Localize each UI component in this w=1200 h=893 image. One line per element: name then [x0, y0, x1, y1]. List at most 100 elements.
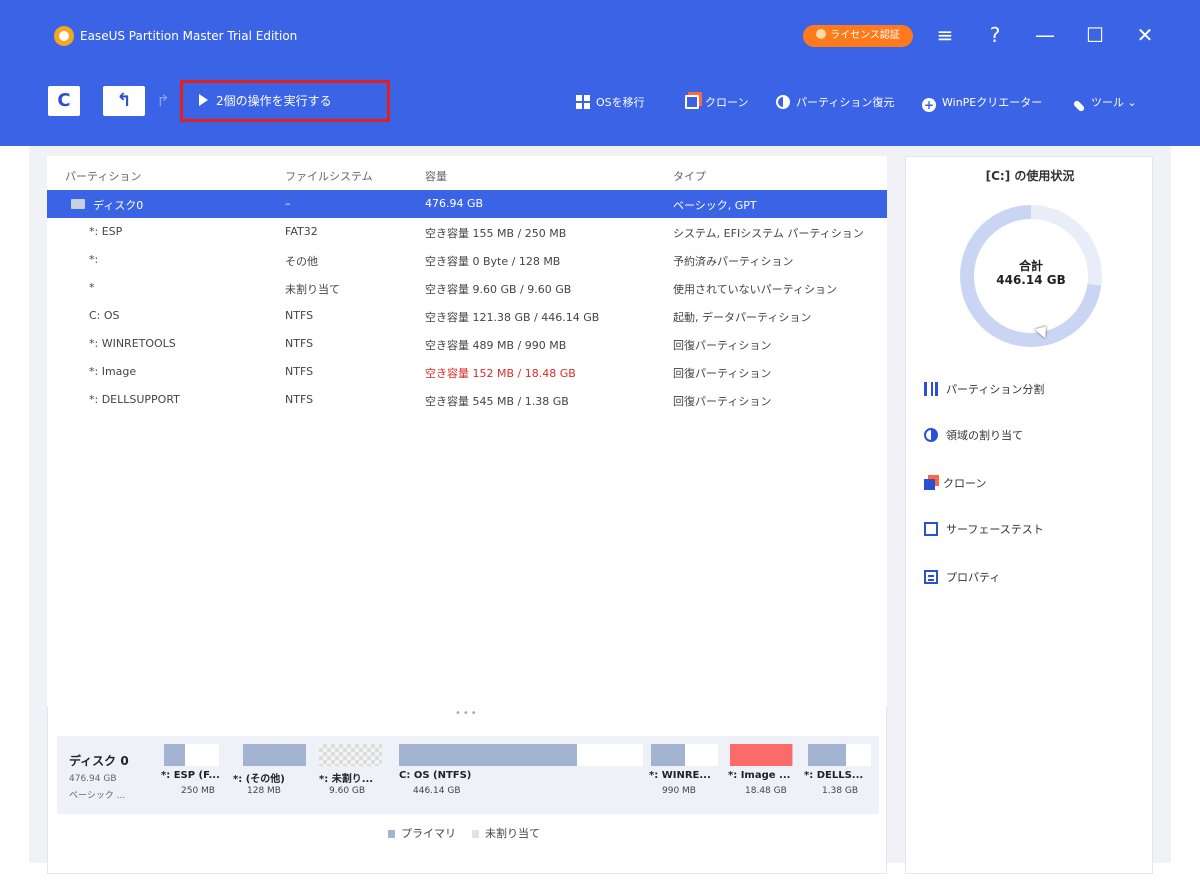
help-icon[interactable]: ? — [980, 22, 1010, 48]
properties-action[interactable]: プロパティ — [924, 569, 1000, 585]
toolbar: C ↰ ↱ 2個の操作を実行する OSを移行 クローン パーティション復元 + W… — [0, 58, 1200, 146]
key-icon — [816, 29, 827, 39]
table-row[interactable]: *: その他 空き容量 0 Byte / 128 MB 予約済みパーティション — [47, 246, 887, 274]
refresh-button[interactable]: C — [48, 86, 80, 116]
partition-recovery-label: パーティション復元 — [796, 96, 895, 109]
usage-title: [C:] の使用状況 — [985, 169, 1075, 183]
table-row[interactable]: *: ESP FAT32 空き容量 155 MB / 250 MB システム, EFI… — [47, 218, 887, 246]
cell-name: *: ESP — [89, 225, 123, 238]
surface-test-label: サーフェーステスト — [946, 523, 1044, 536]
pie-icon — [776, 95, 790, 109]
disk-segment-name: *: ESP (F... — [161, 770, 220, 781]
winpe-creator-button[interactable]: + WinPEクリエーター — [922, 94, 1042, 112]
header-partition[interactable]: パーティション — [65, 168, 141, 184]
disk-map-title: ディスク 0 — [69, 754, 129, 768]
cell-type: 起動, データパーティション — [673, 311, 812, 324]
header-capacity[interactable]: 容量 — [425, 168, 447, 184]
redo-button[interactable]: ↱ — [152, 86, 174, 116]
cell-type: システム, EFIシステム パーティション — [673, 227, 864, 240]
tools-button[interactable]: ツール ⌄ — [1072, 94, 1137, 113]
disk-segment-bar[interactable] — [399, 744, 643, 766]
table-row[interactable]: *: WINRETOOLS NTFS 空き容量 489 MB / 990 MB 回復パ… — [47, 330, 887, 358]
allocate-space-label: 領域の割り当て — [946, 429, 1023, 442]
migrate-os-label: OSを移行 — [596, 96, 645, 109]
donut-total-value: 446.14 GB — [996, 273, 1066, 287]
disk-segment-size: 1.38 GB — [822, 786, 859, 796]
cell-capacity: 空き容量 155 MB / 250 MB — [425, 227, 567, 240]
license-button[interactable]: ライセンス認証 — [803, 25, 913, 47]
disk-segment-bar[interactable] — [808, 744, 871, 766]
surface-test-action[interactable]: サーフェーステスト — [924, 521, 1044, 537]
cell-fs: NTFS — [285, 365, 314, 378]
cell-type: 使用されていないパーティション — [673, 283, 838, 296]
donut-label: 合計 446.14 GB — [960, 259, 1102, 287]
allocate-space-action[interactable]: 領域の割り当て — [924, 427, 1023, 443]
clone-label: クローン — [705, 96, 749, 109]
allocate-icon — [924, 428, 938, 442]
disk-segment-name: C: OS (NTFS) — [399, 770, 472, 781]
surface-test-icon — [924, 522, 938, 536]
panel-splitter[interactable]: ••• — [455, 708, 479, 719]
cell-name: *: Image — [89, 365, 137, 378]
table-row[interactable]: *: DELLSUPPORT NTFS 空き容量 545 MB / 1.38 GB 回… — [47, 386, 887, 414]
minimize-icon[interactable]: — — [1030, 22, 1060, 48]
migrate-os-button[interactable]: OSを移行 — [576, 94, 645, 110]
cell-name: *: DELLSUPPORT — [89, 393, 180, 406]
cell-type: 回復パーティション — [673, 395, 772, 408]
disk-segment-bar[interactable] — [164, 744, 219, 766]
disk-segment-size: 250 MB — [181, 786, 215, 796]
plus-circle-icon: + — [922, 98, 936, 112]
cell-fs: NTFS — [285, 337, 314, 350]
cell-name: * — [89, 281, 95, 294]
disk-segment-name: *: DELLS... — [804, 770, 864, 781]
header-type[interactable]: タイプ — [673, 168, 706, 184]
disk-map: ディスク 0 476.94 GB ベーシック ... *: ESP (F... 2… — [57, 736, 879, 814]
disk-segment-bar[interactable] — [243, 744, 306, 766]
cell-capacity: 空き容量 489 MB / 990 MB — [425, 339, 567, 352]
disk-map-kind: ベーシック ... — [69, 791, 126, 801]
disk-segment-size: 990 MB — [662, 786, 696, 796]
cell-name: *: WINRETOOLS — [89, 337, 176, 350]
clone-action[interactable]: クローン — [924, 475, 986, 491]
partition-recovery-button[interactable]: パーティション復元 — [776, 94, 894, 110]
disk-segment-bar[interactable] — [730, 744, 793, 766]
disk-icon — [71, 199, 85, 209]
cell-capacity: 空き容量 9.60 GB / 9.60 GB — [425, 283, 572, 296]
cell-name: ディスク0 — [93, 199, 144, 212]
close-icon[interactable]: ✕ — [1130, 22, 1160, 48]
license-label: ライセンス認証 — [830, 30, 900, 41]
table-row[interactable]: * 未割り当て 空き容量 9.60 GB / 9.60 GB 使用されていないパーティ… — [47, 274, 887, 302]
split-partition-label: パーティション分割 — [946, 383, 1045, 396]
properties-label: プロパティ — [946, 571, 1001, 584]
usage-panel: [C:] の使用状況 合計 446.14 GB パーティション分割 領域の割り当て… — [905, 156, 1153, 874]
undo-button[interactable]: ↰ — [103, 86, 145, 116]
partition-table: パーティション ファイルシステム 容量 タイプ ディスク0 – 476.94 GB ベ… — [47, 156, 887, 706]
disk-segment-size: 18.48 GB — [745, 786, 787, 796]
header-filesystem[interactable]: ファイルシステム — [285, 168, 373, 184]
cell-fs: その他 — [285, 255, 318, 268]
execute-operations-button[interactable]: 2個の操作を実行する — [180, 80, 390, 122]
cell-capacity: 空き容量 121.38 GB / 446.14 GB — [425, 311, 600, 324]
legend-primary: プライマリ — [388, 825, 456, 841]
disk-segment-size: 446.14 GB — [413, 786, 461, 796]
table-row[interactable]: C: OS NTFS 空き容量 121.38 GB / 446.14 GB 起動, デ… — [47, 302, 887, 330]
legend-unallocated-swatch — [472, 830, 479, 838]
split-partition-action[interactable]: パーティション分割 — [924, 381, 1044, 397]
cell-capacity: 476.94 GB — [425, 197, 484, 210]
disk-segment-bar[interactable] — [319, 744, 382, 766]
disk-segment-size: 9.60 GB — [329, 786, 366, 796]
cell-capacity: 空き容量 0 Byte / 128 MB — [425, 255, 561, 268]
menu-icon[interactable]: ≡ — [930, 22, 960, 48]
clone-button[interactable]: クローン — [685, 94, 748, 110]
winpe-creator-label: WinPEクリエーター — [942, 96, 1043, 109]
table-row[interactable]: ディスク0 – 476.94 GB ベーシック, GPT — [47, 190, 887, 218]
disk-segment-bar[interactable] — [651, 744, 718, 766]
play-icon — [199, 94, 208, 106]
cell-type: ベーシック, GPT — [673, 199, 757, 212]
cell-type: 回復パーティション — [673, 367, 772, 380]
table-row[interactable]: *: Image NTFS 空き容量 152 MB / 18.48 GB 回復パーティ… — [47, 358, 887, 386]
disk-segment-name: *: (その他) — [233, 774, 285, 785]
cell-capacity: 空き容量 545 MB / 1.38 GB — [425, 395, 569, 408]
clone-icon — [685, 95, 699, 109]
maximize-icon[interactable]: ☐ — [1080, 22, 1110, 48]
